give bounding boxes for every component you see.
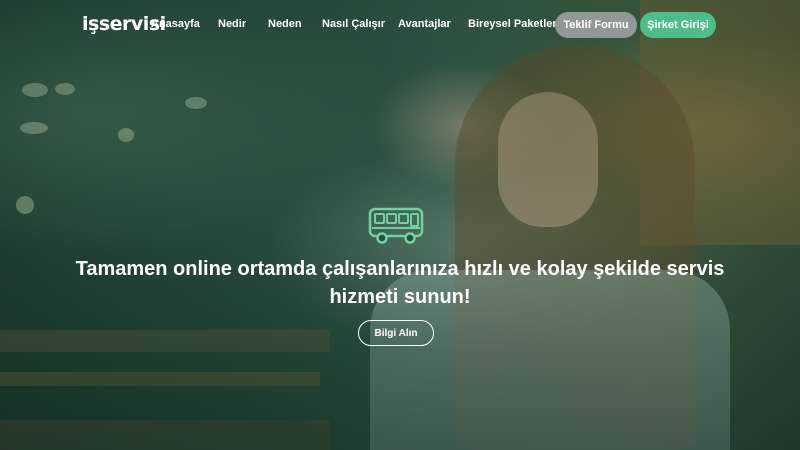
company-login-button[interactable]: Şirket Girişi <box>640 12 716 38</box>
nav-link-avantajlar[interactable]: Avantajlar <box>398 18 451 30</box>
nav-link-bireysel-paketler[interactable]: Bireysel Paketler <box>468 18 557 30</box>
nav-link-nasil-calisir[interactable]: Nasıl Çalışır <box>322 18 385 30</box>
get-info-button[interactable]: Bilgi Alın <box>358 320 434 346</box>
nav-link-nedir[interactable]: Nedir <box>218 18 246 30</box>
nav-link-neden[interactable]: Neden <box>268 18 302 30</box>
bus-icon <box>368 207 424 244</box>
top-navigation: işservisi Anasayfa Nedir Neden Nasıl Çal… <box>0 0 800 50</box>
hero-headline: Tamamen online ortamda çalışanlarınıza h… <box>75 258 725 308</box>
quote-form-button[interactable]: Teklif Formu <box>555 12 637 38</box>
nav-link-anasayfa[interactable]: Anasayfa <box>151 18 200 30</box>
